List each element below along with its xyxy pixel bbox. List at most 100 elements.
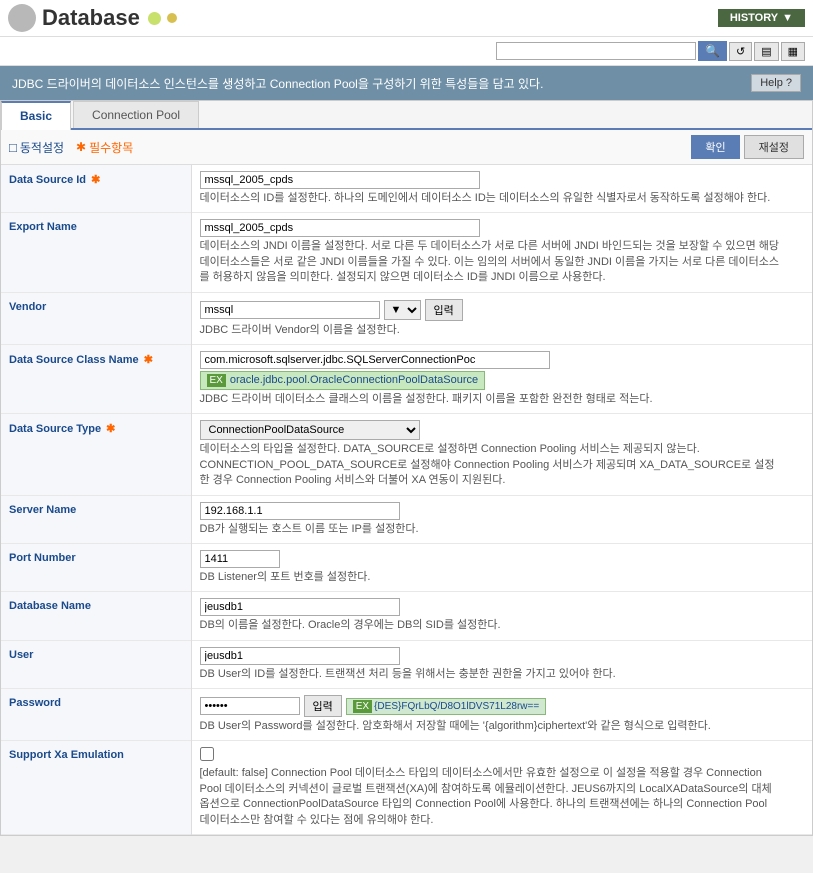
view-button-2[interactable]: ▦ [781, 42, 805, 61]
value-user: DB User의 ID를 설정한다. 트랜잭션 처리 등을 위해서는 충분한 권… [191, 640, 812, 688]
export-name-desc: 데이터소스의 JNDI 이름을 설정한다. 서로 다른 두 데이터소스가 서로 … [200, 239, 780, 285]
label-data-source-id: Data Source Id ✱ [1, 165, 191, 213]
banner-text: JDBC 드라이버의 데이터소스 인스턴스를 생성하고 Connection P… [12, 75, 543, 92]
database-name-input[interactable] [200, 598, 400, 616]
search-button[interactable]: 🔍 [698, 41, 727, 61]
label-database-name: Database Name [1, 592, 191, 640]
value-data-source-type: ConnectionPoolDataSource DataSource XADa… [191, 414, 812, 495]
table-row: User DB User의 ID를 설정한다. 트랜잭션 처리 등을 위해서는 … [1, 640, 812, 688]
form-table: Data Source Id ✱ 데이터소스의 ID를 설정한다. 하나의 도메… [1, 165, 812, 835]
password-desc: DB User의 Password를 설정한다. 암호화해서 저장할 때에는 '… [200, 719, 780, 734]
table-row: Port Number DB Listener의 포트 번호를 설정한다. [1, 543, 812, 591]
logo-circle [8, 4, 36, 32]
vendor-dropdown[interactable]: ▼ [384, 300, 421, 320]
support-xa-emulation-desc: [default: false] Connection Pool 데이터소스 타… [200, 766, 780, 828]
history-button[interactable]: HISTORY ▼ [718, 9, 805, 27]
value-password: 입력 EX {DES}FQrLbQ/D8O1lDVS71L28rw== DB U… [191, 689, 812, 741]
dynamic-label: 동적설정 [20, 139, 64, 156]
label-password: Password [1, 689, 191, 741]
table-row: Password 입력 EX {DES}FQrLbQ/D8O1lDVS71L28… [1, 689, 812, 741]
required-label: 필수항목 [89, 139, 133, 156]
data-source-type-select[interactable]: ConnectionPoolDataSource DataSource XADa… [200, 420, 420, 440]
tab-basic[interactable]: Basic [1, 101, 71, 130]
required-star: ✱ [106, 423, 115, 435]
vendor-row: ▼ 입력 [200, 299, 805, 321]
required-star: ✱ [144, 354, 153, 366]
support-xa-emulation-checkbox[interactable] [200, 747, 214, 761]
page-title: Database [8, 4, 177, 32]
title-dot-green [148, 12, 161, 25]
data-source-id-desc: 데이터소스의 ID를 설정한다. 하나의 도메인에서 데이터소스 ID는 데이터… [200, 191, 805, 206]
search-input[interactable] [496, 42, 696, 60]
toolbar: □ 동적설정 ✱ 필수항목 확인 재설정 [1, 130, 812, 165]
encrypted-value: EX {DES}FQrLbQ/D8O1lDVS71L28rw== [346, 698, 546, 715]
label-vendor: Vendor [1, 292, 191, 344]
search-bar: 🔍 ↺ ▤ ▦ [0, 37, 813, 66]
data-source-type-desc: 데이터소스의 타입을 설정한다. DATA_SOURCE로 설정하면 Conne… [200, 442, 780, 488]
database-name-desc: DB의 이름을 설정한다. Oracle의 경우에는 DB의 SID를 설정한다… [200, 618, 805, 633]
server-name-desc: DB가 실행되는 호스트 이름 또는 IP를 설정한다. [200, 522, 805, 537]
vendor-input[interactable] [200, 301, 380, 319]
table-row: Data Source Class Name ✱ EX oracle.jdbc.… [1, 344, 812, 413]
label-data-source-class-name: Data Source Class Name ✱ [1, 344, 191, 413]
value-support-xa-emulation: [default: false] Connection Pool 데이터소스 타… [191, 741, 812, 835]
label-user: User [1, 640, 191, 688]
password-input[interactable] [200, 697, 300, 715]
required-marker: ✱ 필수항목 [76, 139, 133, 156]
dynamic-icon: □ [9, 140, 17, 155]
value-database-name: DB의 이름을 설정한다. Oracle의 경우에는 DB의 SID를 설정한다… [191, 592, 812, 640]
suggestion-label: EX [207, 374, 226, 387]
required-icon: ✱ [76, 140, 86, 154]
history-label: HISTORY [730, 12, 778, 24]
label-support-xa-emulation: Support Xa Emulation [1, 741, 191, 835]
data-source-class-name-input[interactable] [200, 351, 550, 369]
table-row: Vendor ▼ 입력 JDBC 드라이버 Vendor의 이름을 설정한다. [1, 292, 812, 344]
table-row: Data Source Id ✱ 데이터소스의 ID를 설정한다. 하나의 도메… [1, 165, 812, 213]
data-source-type-row: ConnectionPoolDataSource DataSource XADa… [200, 420, 805, 440]
reset-button[interactable]: 재설정 [744, 135, 804, 159]
main-content: Basic Connection Pool □ 동적설정 ✱ 필수항목 확인 재… [0, 100, 813, 836]
export-name-input[interactable] [200, 219, 480, 237]
table-row: Server Name DB가 실행되는 호스트 이름 또는 IP를 설정한다. [1, 495, 812, 543]
toolbar-right: 확인 재설정 [691, 135, 804, 159]
confirm-button[interactable]: 확인 [691, 135, 739, 159]
port-number-desc: DB Listener의 포트 번호를 설정한다. [200, 570, 805, 585]
value-export-name: 데이터소스의 JNDI 이름을 설정한다. 서로 다른 두 데이터소스가 서로 … [191, 213, 812, 292]
password-input-btn[interactable]: 입력 [304, 695, 342, 717]
tabs-container: Basic Connection Pool [1, 101, 812, 130]
suggestion-box: EX oracle.jdbc.pool.OracleConnectionPool… [200, 371, 486, 390]
title-dot-yellow [167, 13, 177, 23]
table-row: Support Xa Emulation [default: false] Co… [1, 741, 812, 835]
table-row: Data Source Type ✱ ConnectionPoolDataSou… [1, 414, 812, 495]
view-button-1[interactable]: ▤ [754, 42, 778, 61]
value-data-source-id: 데이터소스의 ID를 설정한다. 하나의 도메인에서 데이터소스 ID는 데이터… [191, 165, 812, 213]
suggestion-value: oracle.jdbc.pool.OracleConnectionPoolDat… [230, 374, 478, 386]
password-row: 입력 EX {DES}FQrLbQ/D8O1lDVS71L28rw== [200, 695, 805, 717]
label-port-number: Port Number [1, 543, 191, 591]
encrypted-label: EX [353, 700, 372, 713]
value-port-number: DB Listener의 포트 번호를 설정한다. [191, 543, 812, 591]
value-vendor: ▼ 입력 JDBC 드라이버 Vendor의 이름을 설정한다. [191, 292, 812, 344]
vendor-desc: JDBC 드라이버 Vendor의 이름을 설정한다. [200, 323, 805, 338]
label-server-name: Server Name [1, 495, 191, 543]
server-name-input[interactable] [200, 502, 400, 520]
data-source-class-name-desc: JDBC 드라이버 데이터소스 클래스의 이름을 설정한다. 패키지 이름을 포… [200, 392, 805, 407]
help-button[interactable]: Help ? [751, 74, 801, 92]
vendor-input-btn[interactable]: 입력 [425, 299, 463, 321]
label-data-source-type: Data Source Type ✱ [1, 414, 191, 495]
table-row: Database Name DB의 이름을 설정한다. Oracle의 경우에는… [1, 592, 812, 640]
info-banner: JDBC 드라이버의 데이터소스 인스턴스를 생성하고 Connection P… [0, 66, 813, 100]
tab-connection-pool[interactable]: Connection Pool [73, 101, 199, 128]
port-number-input[interactable] [200, 550, 280, 568]
toolbar-left: □ 동적설정 ✱ 필수항목 [9, 139, 133, 156]
data-source-id-input[interactable] [200, 171, 480, 189]
refresh-button[interactable]: ↺ [729, 42, 752, 61]
required-star: ✱ [91, 174, 100, 186]
user-desc: DB User의 ID를 설정한다. 트랜잭션 처리 등을 위해서는 충분한 권… [200, 667, 805, 682]
top-bar: Database HISTORY ▼ [0, 0, 813, 37]
user-input[interactable] [200, 647, 400, 665]
value-server-name: DB가 실행되는 호스트 이름 또는 IP를 설정한다. [191, 495, 812, 543]
table-row: Export Name 데이터소스의 JNDI 이름을 설정한다. 서로 다른 … [1, 213, 812, 292]
title-text: Database [42, 5, 140, 31]
dynamic-setting: □ 동적설정 [9, 139, 64, 156]
